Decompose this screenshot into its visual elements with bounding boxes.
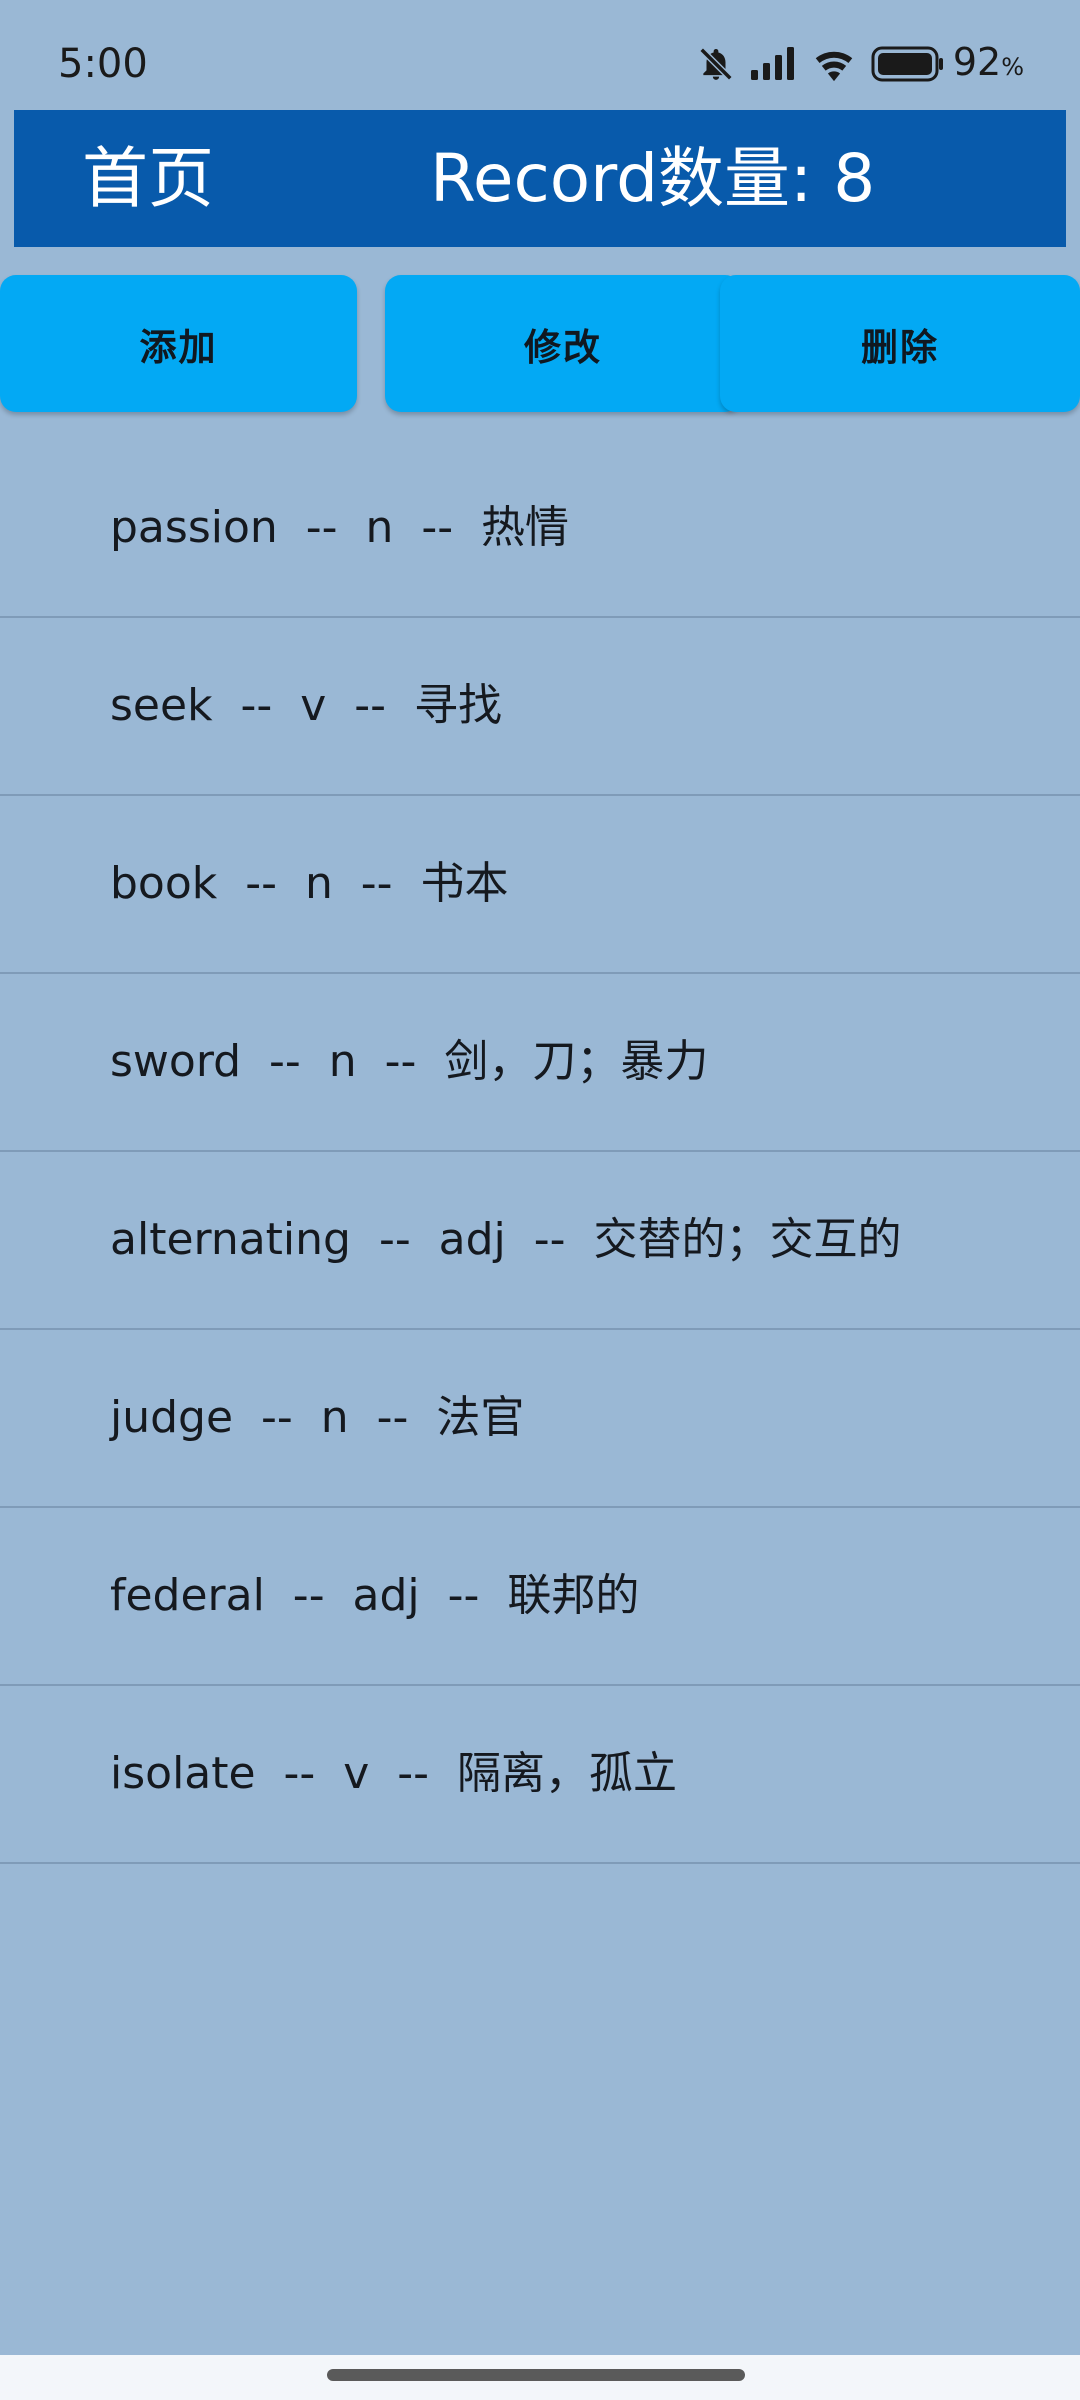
list-item-text: sword -- n -- 剑，刀；暴力 [110,1036,709,1087]
list-item[interactable]: seek -- v -- 寻找 [0,618,1080,796]
battery-icon [871,45,945,83]
list-item-text: seek -- v -- 寻找 [110,680,502,731]
list-item[interactable]: alternating -- adj -- 交替的；交互的 [0,1152,1080,1330]
bell-muted-icon [697,45,735,83]
list-item-text: federal -- adj -- 联邦的 [110,1570,640,1621]
navigation-bar [0,2355,1080,2400]
edit-button[interactable]: 修改 [385,275,741,412]
word-list: passion -- n -- 热情 seek -- v -- 寻找 book … [0,440,1080,1864]
home-gesture-handle[interactable] [327,2369,745,2381]
list-item-text: alternating -- adj -- 交替的；交互的 [110,1214,902,1265]
battery-percent: 92% [952,39,1024,84]
status-bar: 5:00 92% [0,0,1080,110]
list-item-text: passion -- n -- 热情 [110,502,570,553]
list-item-text: judge -- n -- 法官 [110,1392,525,1443]
list-item[interactable]: passion -- n -- 热情 [0,440,1080,618]
list-item-text: book -- n -- 书本 [110,858,509,909]
list-item[interactable]: judge -- n -- 法官 [0,1330,1080,1508]
list-item[interactable]: federal -- adj -- 联邦的 [0,1508,1080,1686]
record-count-label: Record数量: 8 [430,140,876,217]
header-home-title[interactable]: 首页 [82,110,214,247]
add-button[interactable]: 添加 [0,275,357,412]
list-item[interactable]: sword -- n -- 剑，刀；暴力 [0,974,1080,1152]
wifi-icon [811,45,857,83]
signal-icon [749,46,797,82]
list-item[interactable]: book -- n -- 书本 [0,796,1080,974]
battery-indicator: 92% [871,34,1024,95]
app-header: 首页 Record数量: 8 [14,110,1066,247]
list-item[interactable]: isolate -- v -- 隔离，孤立 [0,1686,1080,1864]
status-icons: 92% [697,36,1024,92]
delete-button[interactable]: 删除 [720,275,1080,412]
status-time: 5:00 [58,41,148,87]
list-item-text: isolate -- v -- 隔离，孤立 [110,1748,678,1799]
